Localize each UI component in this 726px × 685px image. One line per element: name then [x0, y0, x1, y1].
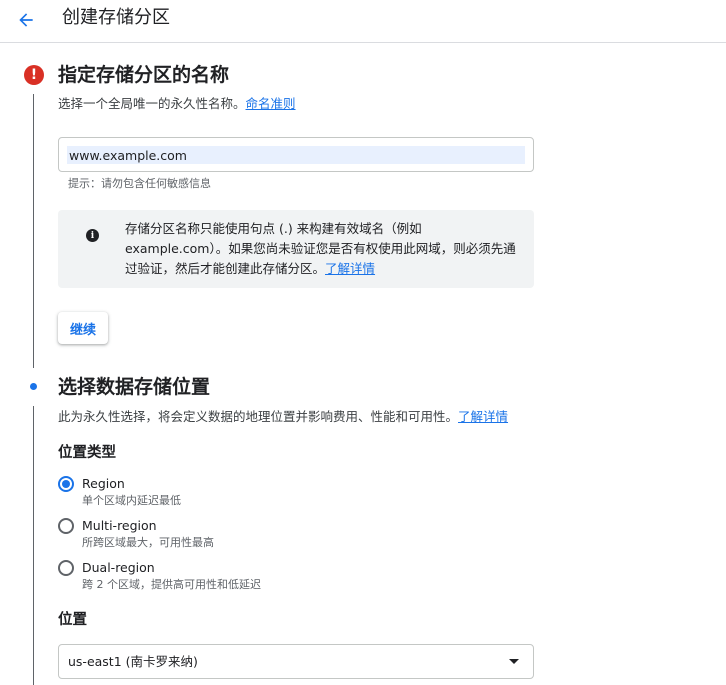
location-select[interactable]: us-east1 (南卡罗来纳): [58, 644, 534, 679]
dropdown-arrow-icon: [509, 659, 519, 664]
top-app-bar: 创建存储分区: [0, 0, 726, 43]
radio-sublabel: 跨 2 个区域，提供高可用性和低延迟: [82, 578, 261, 591]
radio-button-checked[interactable]: [58, 476, 74, 492]
radio-sublabel: 单个区域内延迟最低: [82, 494, 181, 507]
naming-guidelines-link[interactable]: 命名准则: [246, 96, 296, 111]
location-type-label: 位置类型: [58, 445, 116, 461]
arrow-back-icon: [19, 13, 33, 27]
radio-button[interactable]: [58, 560, 74, 576]
radio-label: Dual-region: [82, 560, 155, 575]
radio-label: Region: [82, 476, 125, 491]
back-button[interactable]: [10, 4, 42, 36]
radio-option-multi-region[interactable]: Multi-region 所跨区域最大，可用性最高: [58, 517, 358, 553]
info-icon: i: [86, 229, 99, 242]
location-label: 位置: [58, 612, 87, 628]
step2-description-text: 此为永久性选择，将会定义数据的地理位置并影响费用、性能和可用性。: [58, 409, 459, 424]
location-learn-more-link[interactable]: 了解详情: [458, 409, 508, 424]
stepper-connector-line: [33, 406, 34, 685]
radio-button[interactable]: [58, 518, 74, 534]
radio-sublabel: 所跨区域最大，可用性最高: [82, 536, 214, 549]
error-icon: !: [24, 65, 44, 85]
radio-option-region[interactable]: Region 单个区域内延迟最低: [58, 475, 358, 511]
step1-title: 指定存储分区的名称: [58, 64, 230, 86]
step1-description: 选择一个全局唯一的永久性名称。命名准则: [58, 95, 296, 113]
step2-description: 此为永久性选择，将会定义数据的地理位置并影响费用、性能和可用性。了解详情: [58, 408, 508, 426]
bucket-name-input[interactable]: [67, 146, 525, 164]
radio-label: Multi-region: [82, 518, 157, 533]
continue-button[interactable]: 继续: [58, 312, 108, 344]
step1-description-text: 选择一个全局唯一的永久性名称。: [58, 96, 246, 111]
step2-title: 选择数据存储位置: [58, 376, 211, 398]
info-callout-text: 存储分区名称只能使用句点 (.) 来构建有效域名（例如 example.com）…: [125, 219, 525, 279]
stepper-connector-line: [33, 94, 34, 368]
learn-more-link[interactable]: 了解详情: [325, 261, 375, 276]
bucket-name-field[interactable]: [58, 137, 534, 172]
info-callout-body: 存储分区名称只能使用句点 (.) 来构建有效域名（例如 example.com）…: [125, 221, 516, 276]
active-step-dot-icon: [30, 383, 37, 390]
radio-option-dual-region[interactable]: Dual-region 跨 2 个区域，提供高可用性和低延迟: [58, 559, 358, 595]
location-select-value: us-east1 (南卡罗来纳): [68, 654, 198, 669]
page-title: 创建存储分区: [62, 7, 170, 28]
info-callout: i 存储分区名称只能使用句点 (.) 来构建有效域名（例如 example.co…: [58, 210, 534, 288]
bucket-name-hint: 提示：请勿包含任何敏感信息: [68, 177, 211, 190]
